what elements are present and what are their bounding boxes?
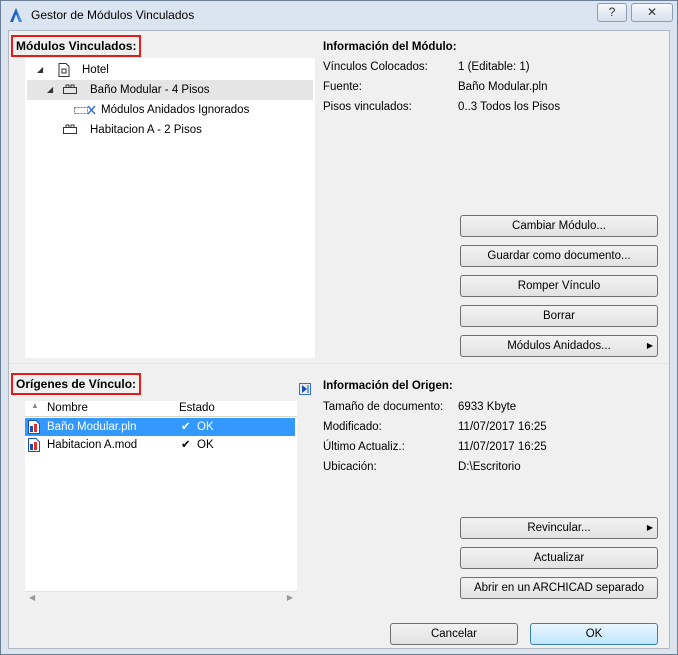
last-updated-label: Último Actualiz.: — [323, 441, 405, 453]
source-name: Habitacion A.mod — [47, 439, 138, 451]
source-info-title: Información del Origen: — [323, 380, 453, 392]
expand-triangle-icon[interactable]: ◢ — [47, 80, 53, 100]
tree-item-bano-modular[interactable]: ◢ Baño Modular - 4 Pisos — [27, 80, 313, 100]
project-file-icon — [58, 63, 70, 77]
tree-item-label: Baño Modular - 4 Pisos — [90, 84, 210, 96]
close-icon: ✕ — [646, 5, 658, 19]
ok-button[interactable]: OK — [530, 623, 658, 645]
source-name: Baño Modular.pln — [47, 421, 137, 433]
last-updated-value: 11/07/2017 16:25 — [458, 441, 547, 453]
tree-item-label: Habitacion A - 2 Pisos — [90, 124, 202, 136]
scroll-right-icon[interactable]: ▶ — [287, 593, 293, 602]
source-status: OK — [197, 439, 214, 451]
modified-label: Modificado: — [323, 421, 382, 433]
module-icon — [63, 84, 77, 94]
column-header-status[interactable]: Estado — [179, 402, 215, 414]
title-bar: Gestor de Módulos Vinculados ? ✕ — [1, 1, 677, 30]
break-link-button[interactable]: Romper Vínculo — [460, 275, 658, 297]
modified-value: 11/07/2017 16:25 — [458, 421, 547, 433]
expand-triangle-icon[interactable]: ◢ — [37, 60, 43, 80]
section-divider — [9, 363, 669, 371]
document-size-label: Tamaño de documento: — [323, 401, 444, 413]
scroll-left-icon[interactable]: ◀ — [29, 593, 35, 602]
pln-file-icon — [28, 420, 40, 434]
location-value: D:\Escritorio — [458, 461, 521, 473]
source-row[interactable]: Habitacion A.mod ✔ OK — [25, 436, 295, 454]
mod-file-icon — [28, 438, 40, 452]
nested-modules-button[interactable]: Módulos Anidados... ▶ — [460, 335, 658, 357]
tree-item-hotel[interactable]: ◢ Hotel — [27, 60, 313, 80]
relink-button[interactable]: Revincular... ▶ — [460, 517, 658, 539]
change-module-button[interactable]: Cambiar Módulo... — [460, 215, 658, 237]
linked-modules-tree[interactable]: ◢ Hotel ◢ Baño Modular - 4 Pisos Módulos… — [25, 58, 315, 358]
panel-toggle-icon[interactable] — [299, 383, 311, 395]
help-button[interactable]: ? — [597, 3, 627, 22]
horizontal-scrollbar[interactable]: ◀ ▶ — [25, 591, 297, 605]
open-in-separate-archicad-button[interactable]: Abrir en un ARCHICAD separado — [460, 577, 658, 599]
submenu-arrow-icon: ▶ — [646, 523, 653, 532]
check-icon: ✔ — [181, 439, 191, 451]
check-icon: ✔ — [181, 421, 191, 433]
cancel-button[interactable]: Cancelar — [390, 623, 518, 645]
dialog-content: Módulos Vinculados: ◢ Hotel ◢ Baño Modul… — [8, 30, 670, 649]
save-as-document-button[interactable]: Guardar como documento... — [460, 245, 658, 267]
archicad-logo-icon — [10, 8, 22, 22]
module-icon — [63, 124, 77, 134]
update-button[interactable]: Actualizar — [460, 547, 658, 569]
placed-links-label: Vínculos Colocados: — [323, 61, 428, 73]
document-size-value: 6933 Kbyte — [458, 401, 517, 413]
linked-modules-label: Módulos Vinculados: — [11, 35, 142, 57]
relink-label: Revincular... — [527, 522, 591, 534]
linked-stories-value: 0..3 Todos los Pisos — [458, 101, 561, 113]
placed-links-value: 1 (Editable: 1) — [458, 61, 530, 73]
sort-up-icon[interactable]: ▲ — [31, 401, 39, 410]
close-button[interactable]: ✕ — [631, 3, 673, 22]
source-value: Baño Modular.pln — [458, 81, 548, 93]
source-status: OK — [197, 421, 214, 433]
source-row[interactable]: Baño Modular.pln ✔ OK — [25, 418, 295, 436]
link-sources-list[interactable]: ▲ Nombre Estado Baño Modular.pln ✔ OK Ha… — [25, 401, 297, 591]
tree-item-habitacion-a[interactable]: Habitacion A - 2 Pisos — [27, 120, 313, 140]
tree-item-label: Hotel — [82, 64, 109, 76]
list-header: ▲ Nombre Estado — [25, 401, 297, 417]
nested-modules-label: Módulos Anidados... — [507, 340, 611, 352]
tree-item-nested-ignored[interactable]: Módulos Anidados Ignorados — [27, 100, 313, 120]
column-header-name[interactable]: Nombre — [47, 402, 88, 414]
linked-stories-label: Pisos vinculados: — [323, 101, 412, 113]
module-info-title: Información del Módulo: — [323, 41, 457, 53]
nested-ignored-icon — [74, 105, 96, 115]
link-sources-label: Orígenes de Vínculo: — [11, 373, 142, 395]
tree-item-label: Módulos Anidados Ignorados — [101, 104, 250, 116]
dialog-window: Gestor de Módulos Vinculados ? ✕ Módulos… — [0, 0, 678, 655]
submenu-arrow-icon: ▶ — [646, 341, 653, 350]
window-title: Gestor de Módulos Vinculados — [31, 8, 195, 22]
delete-button[interactable]: Borrar — [460, 305, 658, 327]
source-label: Fuente: — [323, 81, 362, 93]
location-label: Ubicación: — [323, 461, 377, 473]
